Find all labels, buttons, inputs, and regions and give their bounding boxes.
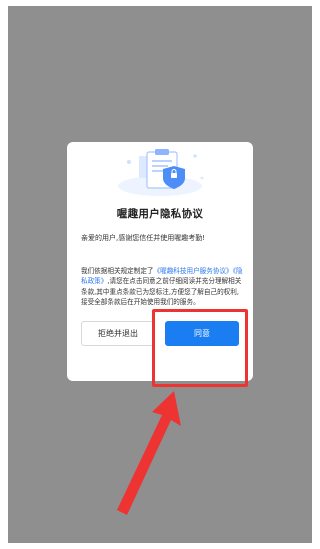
annotation-arrow — [117, 391, 181, 515]
